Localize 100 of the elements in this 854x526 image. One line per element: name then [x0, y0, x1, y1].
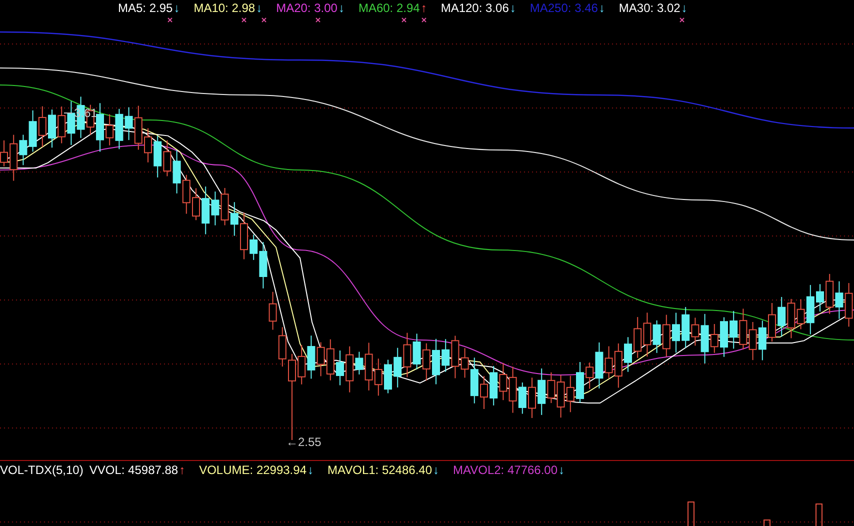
- candlestick: [38, 106, 46, 148]
- candlestick: [134, 105, 142, 150]
- candlestick: [499, 362, 508, 401]
- candlestick: [662, 314, 670, 358]
- candlestick: [374, 358, 382, 396]
- candlestick: [720, 316, 728, 358]
- price-label: ←2.55: [286, 435, 322, 449]
- candlestick: [28, 110, 37, 152]
- candlestick: [758, 320, 766, 361]
- trend-arrow: ↓: [558, 463, 565, 477]
- indicator-value: MA250: 3.46: [530, 1, 598, 15]
- candlestick: [144, 128, 152, 163]
- candlestick: [307, 335, 316, 380]
- candlestick: [634, 316, 642, 358]
- candlestick: [163, 140, 172, 177]
- candlestick: [412, 333, 421, 370]
- candlestick: [432, 338, 440, 385]
- candlestick: [490, 366, 498, 406]
- indicator-value: MAVOL1: 52486.40: [328, 463, 432, 477]
- cross-mark: [262, 18, 266, 22]
- candlestick: [182, 174, 190, 214]
- candlestick: [172, 150, 181, 194]
- candlestick: [480, 376, 488, 410]
- candlestick: [451, 335, 460, 379]
- candlestick: [816, 284, 824, 312]
- candlestick: [556, 374, 565, 418]
- trend-arrow: ↑: [179, 463, 186, 477]
- candlestick: [826, 273, 834, 314]
- cross-mark: [316, 18, 320, 22]
- trend-arrow: ↓: [681, 1, 688, 15]
- indicator-value: MA20: 3.00: [276, 1, 338, 15]
- candlestick: [96, 102, 104, 152]
- candlestick: [220, 187, 229, 226]
- trend-arrow: ↓: [598, 1, 605, 15]
- trend-arrow: ↓: [338, 1, 344, 15]
- trend-arrow: ↓: [510, 1, 516, 15]
- candlestick: [106, 114, 114, 146]
- candlestick: [778, 296, 786, 338]
- trend-arrow: ↑: [420, 1, 427, 15]
- candlestick: [268, 291, 277, 330]
- candlestick: [442, 338, 450, 372]
- candlestick: [422, 342, 430, 382]
- candlestick: [202, 186, 210, 235]
- candlestick: [730, 310, 738, 350]
- candlestick: [278, 326, 286, 368]
- candlestick: [115, 108, 124, 150]
- candlestick: [326, 338, 334, 381]
- volume-bar: [764, 520, 770, 526]
- indicator-value: MA5: 2.95: [118, 1, 173, 15]
- indicator-value: MAVOL2: 47766.00: [453, 463, 558, 477]
- candlestick: [682, 306, 690, 348]
- indicator-value: MA60: 2.94: [358, 1, 420, 15]
- indicator-value: MA10: 2.98: [194, 1, 256, 15]
- candlestick: [652, 320, 661, 354]
- candlestick: [394, 347, 402, 388]
- candlestick: [528, 377, 536, 419]
- candlestick: [298, 344, 306, 385]
- candlestick: [576, 362, 584, 404]
- leader-line: [64, 112, 72, 114]
- candlestick: [739, 308, 748, 350]
- candlestick: [643, 312, 652, 358]
- indicator-value: MA30: 3.02: [618, 1, 680, 15]
- indicator-value: MA120: 3.06: [440, 1, 509, 15]
- candlestick: [336, 350, 344, 386]
- candlestick: [230, 202, 238, 236]
- indicator-value: VVOL: 45987.88: [89, 463, 178, 477]
- candlestick: [67, 100, 76, 146]
- candlestick: [124, 106, 133, 141]
- cross-mark: [422, 18, 426, 22]
- volume-bar: [816, 504, 822, 526]
- candlestick: [787, 298, 796, 339]
- candlestick: [768, 302, 776, 342]
- candlestick: [58, 106, 66, 144]
- cross-mark: [242, 18, 246, 22]
- candlestick: [614, 342, 622, 388]
- indicator-value: VOLUME: 22993.94: [199, 463, 306, 477]
- trend-arrow: ↓: [256, 1, 262, 15]
- candlestick: [192, 188, 200, 221]
- candlestick: [240, 212, 248, 260]
- indicator-name: VOL-TDX(5,10): [0, 463, 84, 477]
- candlestick: [748, 321, 757, 361]
- candlestick: [403, 332, 412, 378]
- candlestick: [48, 109, 56, 148]
- candlestick: [154, 135, 162, 178]
- volume-bar: [688, 502, 694, 526]
- candlestick: [566, 375, 574, 413]
- trend-arrow: ↓: [433, 463, 440, 477]
- candlestick: [672, 312, 680, 354]
- candlestick: [316, 342, 325, 377]
- trend-arrow: ↓: [174, 1, 180, 15]
- cross-mark: [402, 18, 406, 22]
- price-label: 3.61: [74, 106, 98, 120]
- cross-mark: [168, 18, 172, 22]
- cross-mark: [680, 18, 684, 22]
- candlestick: [604, 346, 613, 379]
- trend-arrow: ↓: [308, 463, 314, 477]
- candlestick: [211, 191, 220, 226]
- candlestick: [835, 280, 844, 320]
- candlestick: [624, 336, 632, 372]
- candlestick: [384, 359, 392, 394]
